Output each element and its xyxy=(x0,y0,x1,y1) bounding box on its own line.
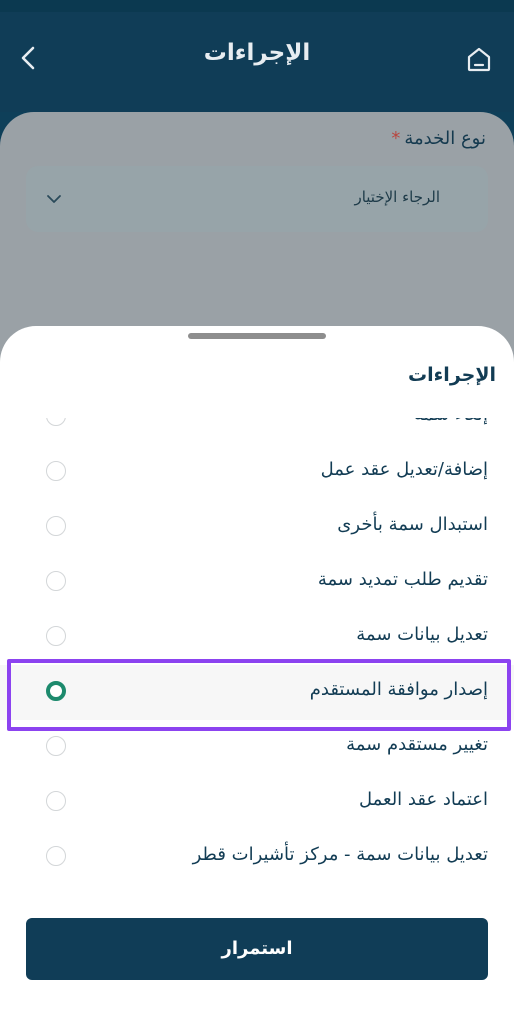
radio-button[interactable] xyxy=(46,791,66,811)
app-header: الإجراءات xyxy=(0,12,514,112)
radio-button[interactable] xyxy=(46,516,66,536)
sheet-drag-handle[interactable] xyxy=(188,333,326,339)
service-type-select[interactable]: الرجاء الإختيار xyxy=(26,166,488,232)
chevron-down-icon xyxy=(47,195,61,203)
continue-button[interactable]: استمرار xyxy=(26,918,488,980)
radio-button[interactable] xyxy=(46,736,66,756)
list-item[interactable]: إلغاء سمة xyxy=(0,418,514,445)
list-item-label: تغيير مستقدم سمة xyxy=(346,734,488,755)
home-button[interactable] xyxy=(464,44,494,74)
service-type-label-text: نوع الخدمة xyxy=(404,128,486,149)
page-title: الإجراءات xyxy=(203,40,311,66)
list-item[interactable]: إضافة/تعديل عقد عمل xyxy=(0,445,514,500)
list-item-label: إصدار موافقة المستقدم xyxy=(309,679,488,700)
list-item-label: إضافة/تعديل عقد عمل xyxy=(320,459,488,480)
list-item-label: اعتماد عقد العمل xyxy=(358,789,488,810)
list-item-label: تعديل بيانات سمة xyxy=(356,624,488,645)
list-item-label: تعديل بيانات سمة - مركز تأشيرات قطر xyxy=(192,844,488,865)
sheet-title: الإجراءات xyxy=(407,364,496,386)
procedures-list[interactable]: إلغاء سمة إضافة/تعديل عقد عمل استبدال سمة … xyxy=(0,418,514,888)
list-item-label: تقديم طلب تمديد سمة xyxy=(317,569,488,590)
radio-selected[interactable] xyxy=(46,681,66,701)
list-item[interactable]: إصدار موافقة المستقدم xyxy=(0,665,514,720)
bottom-sheet: الإجراءات إلغاء سمة إضافة/تعديل عقد عمل اس… xyxy=(0,326,514,1024)
list-item[interactable]: تغيير مستقدم سمة xyxy=(0,720,514,775)
radio-button[interactable] xyxy=(46,571,66,591)
select-placeholder: الرجاء الإختيار xyxy=(354,188,440,206)
list-item[interactable]: اعتماد عقد العمل xyxy=(0,775,514,830)
service-type-label: نوع الخدمة* xyxy=(391,128,486,149)
list-item[interactable]: تعديل بيانات سمة - مركز تأشيرات قطر xyxy=(0,830,514,885)
radio-button[interactable] xyxy=(46,846,66,866)
list-item[interactable]: تقديم طلب تمديد سمة xyxy=(0,555,514,610)
list-item-label: استبدال سمة بأخرى xyxy=(337,514,488,535)
home-icon xyxy=(467,47,491,72)
radio-button[interactable] xyxy=(46,461,66,481)
radio-button[interactable] xyxy=(46,626,66,646)
list-item[interactable]: استبدال سمة بأخرى xyxy=(0,500,514,555)
required-mark: * xyxy=(391,128,401,149)
list-item[interactable]: تعديل بيانات سمة xyxy=(0,610,514,665)
list-item-label: إلغاء سمة xyxy=(414,418,488,425)
status-bar xyxy=(0,0,514,12)
procedures-list-inner: إلغاء سمة إضافة/تعديل عقد عمل استبدال سمة … xyxy=(0,418,514,885)
radio-button[interactable] xyxy=(46,418,66,426)
